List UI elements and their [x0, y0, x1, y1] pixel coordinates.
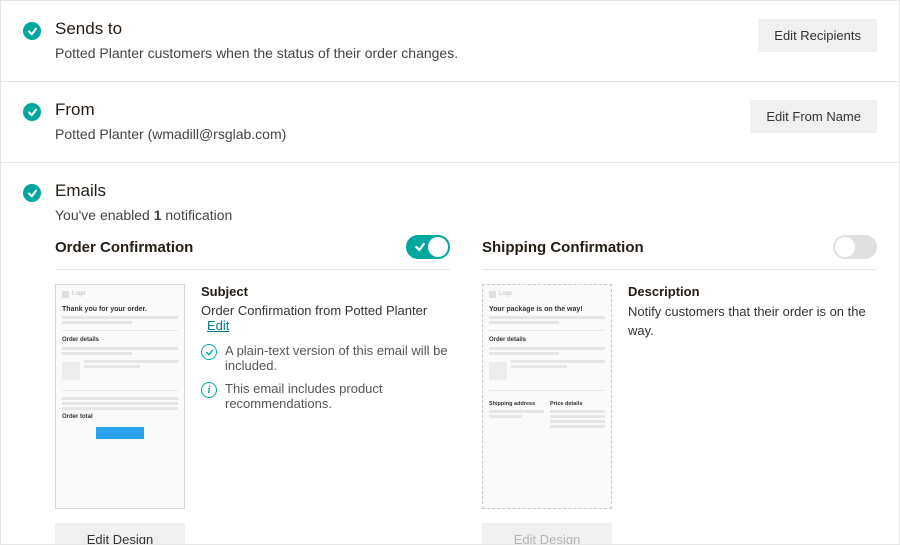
- recommendations-note: i This email includes product recommenda…: [201, 381, 450, 411]
- subject-value: Order Confirmation from Potted Planter E…: [201, 303, 450, 333]
- from-section: From Potted Planter (wmadill@rsglab.com)…: [1, 82, 899, 163]
- edit-design-button-disabled: Edit Design: [482, 523, 612, 545]
- sends-to-section: Sends to Potted Planter customers when t…: [1, 1, 899, 82]
- info-icon: i: [201, 382, 217, 398]
- edit-design-button[interactable]: Edit Design: [55, 523, 185, 545]
- order-confirmation-preview[interactable]: Logo Thank you for your order. Order det…: [55, 284, 185, 509]
- check-icon: [23, 103, 41, 121]
- sends-to-title: Sends to: [55, 19, 458, 39]
- check-icon: [23, 184, 41, 202]
- plaintext-note: A plain-text version of this email will …: [201, 343, 450, 373]
- order-confirmation-toggle[interactable]: [406, 235, 450, 259]
- emails-section: Emails You've enabled 1 notification: [1, 163, 899, 229]
- check-icon: [23, 22, 41, 40]
- order-confirmation-title: Order Confirmation: [55, 239, 193, 256]
- edit-subject-link[interactable]: Edit: [207, 318, 229, 333]
- edit-from-name-button[interactable]: Edit From Name: [750, 100, 877, 133]
- shipping-confirmation-toggle[interactable]: [833, 235, 877, 259]
- subject-label: Subject: [201, 284, 450, 299]
- description-value: Notify customers that their order is on …: [628, 303, 877, 341]
- from-title: From: [55, 100, 286, 120]
- emails-subtext: You've enabled 1 notification: [55, 207, 877, 223]
- description-label: Description: [628, 284, 877, 299]
- sends-to-subtext: Potted Planter customers when the status…: [55, 45, 458, 61]
- shipping-confirmation-title: Shipping Confirmation: [482, 239, 644, 256]
- order-confirmation-card: Order Confirmation Logo Thank you for yo…: [55, 229, 450, 545]
- emails-list: Order Confirmation Logo Thank you for yo…: [1, 229, 899, 545]
- shipping-confirmation-preview[interactable]: Logo Your package is on the way! Order d…: [482, 284, 612, 509]
- emails-title: Emails: [55, 181, 877, 201]
- edit-recipients-button[interactable]: Edit Recipients: [758, 19, 877, 52]
- check-outline-icon: [201, 344, 217, 360]
- from-subtext: Potted Planter (wmadill@rsglab.com): [55, 126, 286, 142]
- shipping-confirmation-card: Shipping Confirmation Logo Your package …: [482, 229, 877, 545]
- settings-page: Sends to Potted Planter customers when t…: [0, 0, 900, 545]
